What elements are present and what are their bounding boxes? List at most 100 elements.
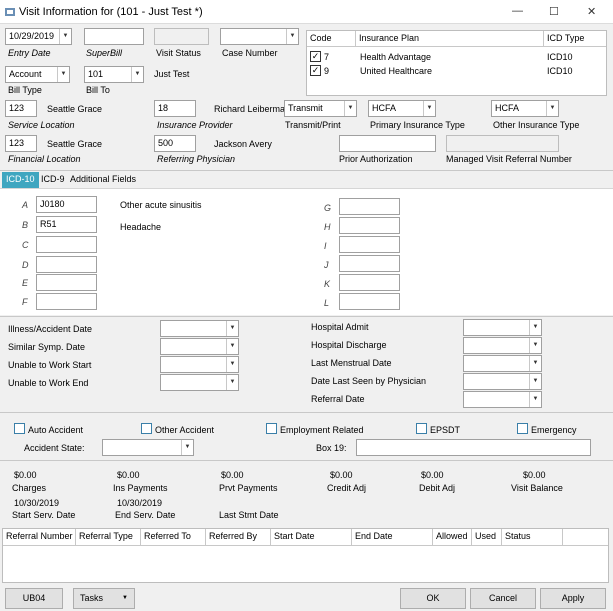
icd-code-field[interactable] bbox=[36, 236, 97, 253]
date-field[interactable]: ▼ bbox=[463, 337, 542, 354]
end-serv-date-label: End Serv. Date bbox=[115, 510, 176, 520]
column-header[interactable]: Referred To bbox=[141, 529, 206, 545]
employment-related-checkbox[interactable] bbox=[266, 423, 277, 434]
chevron-down-icon[interactable]: ▼ bbox=[344, 101, 356, 116]
transmit-print-value: Transmit bbox=[288, 103, 323, 113]
managed-visit-referral-field bbox=[446, 135, 559, 152]
bill-to-select[interactable]: 101 ▼ bbox=[84, 66, 144, 83]
prior-authorization-field[interactable] bbox=[339, 135, 436, 152]
chevron-down-icon[interactable]: ▼ bbox=[529, 356, 541, 371]
transmit-print-label: Transmit/Print bbox=[285, 120, 341, 130]
primary-insurance-type-select[interactable]: HCFA ▼ bbox=[368, 100, 436, 117]
ub04-button[interactable]: UB04 bbox=[5, 588, 63, 609]
transmit-print-select[interactable]: Transmit ▼ bbox=[284, 100, 357, 117]
column-header[interactable]: Referral Type bbox=[76, 529, 141, 545]
entry-date-field[interactable]: 10/29/2019 ▼ bbox=[5, 28, 72, 45]
chevron-down-icon[interactable]: ▼ bbox=[226, 321, 238, 336]
column-header[interactable]: Referred By bbox=[206, 529, 271, 545]
icd-code-field[interactable] bbox=[339, 198, 400, 215]
icd-code-field[interactable]: R51 bbox=[36, 216, 97, 233]
insurance-checkbox[interactable]: ✓ bbox=[310, 51, 321, 62]
close-button[interactable]: ✕ bbox=[587, 5, 596, 18]
minimize-button[interactable]: — bbox=[512, 5, 523, 17]
icd-code-field[interactable] bbox=[36, 256, 97, 273]
apply-button[interactable]: Apply bbox=[540, 588, 606, 609]
other-insurance-type-select[interactable]: HCFA ▼ bbox=[491, 100, 559, 117]
icd-letter: E bbox=[22, 278, 29, 288]
ok-button[interactable]: OK bbox=[400, 588, 466, 609]
box19-field[interactable] bbox=[356, 439, 591, 456]
icd-code-field[interactable] bbox=[339, 274, 400, 291]
icd-code-field[interactable] bbox=[339, 236, 400, 253]
checkbox-label: EPSDT bbox=[430, 425, 461, 435]
tab-icd-9[interactable]: ICD-9 bbox=[37, 172, 69, 188]
icd-code-field[interactable] bbox=[339, 255, 400, 272]
chevron-down-icon[interactable]: ▼ bbox=[226, 339, 238, 354]
date-label: Last Menstrual Date bbox=[311, 358, 392, 368]
chevron-down-icon[interactable]: ▼ bbox=[226, 375, 238, 390]
epsdt-checkbox[interactable] bbox=[416, 423, 427, 434]
tab-additional-fields[interactable]: Additional Fields bbox=[66, 172, 140, 188]
auto-accident-checkbox[interactable] bbox=[14, 423, 25, 434]
service-location-code[interactable]: 123 bbox=[5, 100, 37, 117]
column-header[interactable]: Start Date bbox=[271, 529, 352, 545]
referral-table: Referral Number Referral Type Referred T… bbox=[2, 528, 609, 583]
icd-letter: A bbox=[22, 200, 29, 210]
date-field[interactable]: ▼ bbox=[160, 338, 239, 355]
insurance-checkbox[interactable]: ✓ bbox=[310, 65, 321, 76]
tasks-button[interactable]: Tasks ▼ bbox=[73, 588, 135, 609]
financial-location-code[interactable]: 123 bbox=[5, 135, 37, 152]
ins-payments-value: $0.00 bbox=[117, 470, 140, 480]
icd-letter: I bbox=[324, 241, 327, 251]
date-field[interactable]: ▼ bbox=[160, 374, 239, 391]
chevron-down-icon[interactable]: ▼ bbox=[546, 101, 558, 116]
date-field[interactable]: ▼ bbox=[463, 319, 542, 336]
chevron-down-icon[interactable]: ▼ bbox=[226, 357, 238, 372]
superbill-field[interactable] bbox=[84, 28, 144, 45]
chevron-down-icon[interactable]: ▼ bbox=[131, 67, 143, 82]
chevron-down-icon[interactable]: ▼ bbox=[181, 440, 193, 455]
chevron-down-icon[interactable]: ▼ bbox=[529, 392, 541, 407]
maximize-button[interactable]: ☐ bbox=[549, 5, 559, 18]
date-field[interactable]: ▼ bbox=[463, 355, 542, 372]
chevron-down-icon[interactable]: ▼ bbox=[57, 67, 69, 82]
tasks-label: Tasks bbox=[80, 593, 104, 603]
visit-balance-label: Visit Balance bbox=[511, 483, 563, 493]
chevron-down-icon[interactable]: ▼ bbox=[286, 29, 298, 44]
chevron-down-icon[interactable]: ▼ bbox=[423, 101, 435, 116]
column-header[interactable]: Status bbox=[502, 529, 563, 545]
entry-date-label: Entry Date bbox=[8, 48, 51, 58]
date-field[interactable]: ▼ bbox=[463, 391, 542, 408]
column-header[interactable]: End Date bbox=[352, 529, 433, 545]
column-header[interactable]: Allowed bbox=[433, 529, 472, 545]
referring-physician-name: Jackson Avery bbox=[214, 139, 272, 149]
tab-icd-10[interactable]: ICD-10 bbox=[2, 172, 39, 188]
cancel-button[interactable]: Cancel bbox=[470, 588, 536, 609]
other-accident-checkbox[interactable] bbox=[141, 423, 152, 434]
bill-type-select[interactable]: Account ▼ bbox=[5, 66, 70, 83]
icd-code-field[interactable]: J0180 bbox=[36, 196, 97, 213]
icd-code-field[interactable] bbox=[36, 274, 97, 291]
title-bar: Visit Information for (101 - Just Test *… bbox=[0, 0, 613, 24]
date-field[interactable]: ▼ bbox=[463, 373, 542, 390]
chevron-down-icon[interactable]: ▼ bbox=[529, 320, 541, 335]
date-field[interactable]: ▼ bbox=[160, 356, 239, 373]
chevron-down-icon[interactable]: ▼ bbox=[529, 374, 541, 389]
icd-code-field[interactable] bbox=[339, 217, 400, 234]
divider bbox=[0, 412, 613, 413]
emergency-checkbox[interactable] bbox=[517, 423, 528, 434]
date-field[interactable]: ▼ bbox=[160, 320, 239, 337]
insurance-plan-table: Code Insurance Plan ICD Type ✓ 7 Health … bbox=[306, 30, 607, 96]
accident-state-select[interactable]: ▼ bbox=[102, 439, 194, 456]
referring-physician-code[interactable]: 500 bbox=[154, 135, 196, 152]
column-header[interactable]: Used bbox=[472, 529, 502, 545]
app-icon bbox=[5, 8, 15, 16]
icd-code-field[interactable] bbox=[339, 293, 400, 310]
checkbox-label: Emergency bbox=[531, 425, 577, 435]
icd-code-field[interactable] bbox=[36, 293, 97, 310]
case-number-field[interactable]: ▼ bbox=[220, 28, 299, 45]
column-header[interactable]: Referral Number bbox=[3, 529, 76, 545]
insurance-provider-code[interactable]: 18 bbox=[154, 100, 196, 117]
chevron-down-icon[interactable]: ▼ bbox=[59, 29, 71, 44]
chevron-down-icon[interactable]: ▼ bbox=[529, 338, 541, 353]
